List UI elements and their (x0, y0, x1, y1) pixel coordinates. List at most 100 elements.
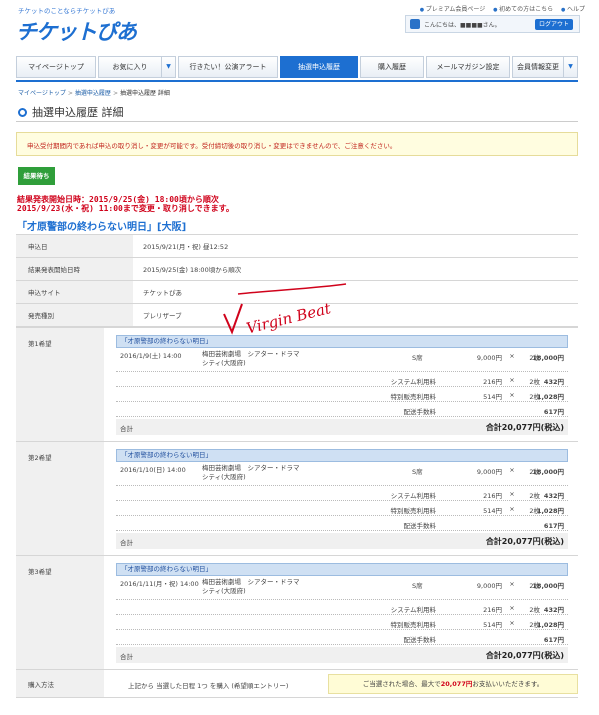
choice-event-bar: 「才原警部の終わらない明日」 (116, 449, 568, 462)
nav-divider (16, 80, 578, 82)
seat-type: S席 (412, 468, 423, 476)
tab-purchase-history[interactable]: 購入履歴 (360, 56, 424, 78)
choice-label: 第3希望 (16, 556, 104, 669)
ticket-amount: 18,000円 (532, 582, 564, 590)
greeting-text: こんにちは、■■■■さん。 (424, 22, 501, 29)
site-header: チケットのことならチケットぴあ チケットぴあ プレミアム会員ページ 初めての方は… (0, 0, 599, 52)
fee-amount: 617円 (543, 408, 564, 416)
tab-lottery-history[interactable]: 抽選申込履歴 (280, 56, 358, 78)
tab-label: 購入履歴 (378, 63, 406, 71)
info-value: プレリザーブ (133, 303, 578, 327)
fee-name: 特別販売利用料 (390, 507, 437, 515)
tab-label: マイページトップ (28, 63, 84, 71)
choice-detail: 「才原警部の終わらない明日」 2016/1/11(月・祝) 14:00 梅田芸術… (116, 556, 568, 669)
breadcrumb-separator: > (67, 90, 73, 97)
ticket-amount: 18,000円 (532, 468, 564, 476)
fee-row: 配送手数料 617円 (116, 516, 568, 531)
info-value: チケットぴあ (133, 280, 578, 304)
fee-row: 配送手数料 617円 (116, 630, 568, 645)
info-key: 発売種別 (16, 303, 133, 327)
venue-name: 梅田芸術劇場 シアター・ドラマシティ(大阪府) (202, 578, 300, 595)
info-key: 結果発表開始日時 (16, 257, 133, 281)
fee-row: 特別販売利用料 514円 × 2枚 1,028円 (116, 501, 568, 516)
info-value: 2015/9/25(金) 18:00頃から順次 (133, 257, 578, 281)
breadcrumb-mypage[interactable]: マイページトップ (18, 90, 66, 97)
page-title-text: 抽選申込履歴 詳細 (32, 106, 124, 119)
choice-label: 第2希望 (16, 442, 104, 555)
login-box: こんにちは、■■■■さん。 ログアウト (405, 15, 580, 33)
fee-unit-price: 216円 (483, 378, 502, 386)
seat-type: S席 (412, 354, 423, 362)
table-row: 申込日 2015/9/21(月・祝) 昼12:52 (16, 234, 578, 258)
tab-mypage-top[interactable]: マイページトップ (16, 56, 96, 78)
user-icon (410, 19, 420, 29)
fee-name: 配送手数料 (403, 408, 437, 416)
signature-stamp: Virgin Beat (223, 283, 347, 338)
venue-name: 梅田芸術劇場 シアター・ドラマシティ(大阪府) (202, 350, 300, 367)
table-row: 結果発表開始日時 2015/9/25(金) 18:00頃から順次 (16, 257, 578, 281)
site-logo[interactable]: チケットぴあ (16, 16, 137, 46)
total-amount: 合計20,077円(税込) (485, 537, 564, 546)
fee-row: 配送手数料 617円 (116, 402, 568, 417)
tab-mail-settings[interactable]: メールマガジン設定 (426, 56, 510, 78)
help-link[interactable]: ヘルプ (561, 6, 585, 13)
fee-unit-price: 514円 (483, 621, 502, 629)
tab-favorites[interactable]: お気に入り ▼ (98, 56, 176, 78)
ticket-row: 2016/1/10(日) 14:00 梅田芸術劇場 シアター・ドラマシティ(大阪… (116, 462, 568, 486)
total-label: 合計 (120, 653, 133, 661)
performance-date: 2016/1/11(月・祝) 14:00 (120, 580, 199, 588)
circle-bullet-icon (18, 108, 27, 117)
tab-alert[interactable]: 行きたい！公演アラート (178, 56, 278, 78)
fee-row: システム利用料 216円 × 2枚 432円 (116, 486, 568, 501)
chevron-down-icon[interactable]: ▼ (563, 57, 577, 77)
fee-name: システム利用料 (390, 492, 436, 500)
fee-row: システム利用料 216円 × 2枚 432円 (116, 372, 568, 387)
tab-member-info[interactable]: 会員情報変更 ▼ (512, 56, 578, 78)
logout-button[interactable]: ログアウト (535, 19, 573, 30)
choice-block: 第2希望 「才原警部の終わらない明日」 2016/1/10(日) 14:00 梅田… (16, 441, 578, 555)
total-amount: 合計20,077円(税込) (485, 423, 564, 432)
event-title: 「才原警部の終わらない明日」[大阪] (17, 222, 187, 233)
ticket-row: 2016/1/11(月・祝) 14:00 梅田芸術劇場 シアター・ドラマシティ(… (116, 576, 568, 600)
fee-amount: 617円 (543, 522, 564, 530)
ticket-amount: 18,000円 (532, 354, 564, 362)
first-time-link[interactable]: 初めての方はこちら (493, 6, 553, 13)
fee-amount: 1,028円 (536, 393, 564, 401)
purchase-method-label: 購入方法 (16, 670, 104, 697)
tab-label: 会員情報変更 (517, 63, 559, 71)
info-value: 2015/9/21(月・祝) 昼12:52 (133, 234, 578, 258)
tab-label: メールマガジン設定 (436, 63, 500, 71)
payment-note: ご当選された場合、最大で20,077円お支払いいただきます。 (328, 674, 578, 694)
breadcrumb: マイページトップ > 抽選申込履歴 > 抽選申込履歴 詳細 (18, 88, 170, 97)
breadcrumb-separator: > (112, 90, 118, 97)
status-badge: 結果待ち (18, 167, 55, 185)
breadcrumb-history[interactable]: 抽選申込履歴 (75, 90, 111, 97)
fee-unit-price: 216円 (483, 492, 502, 500)
svg-text:Virgin Beat: Virgin Beat (245, 299, 334, 338)
purchase-method-row: 購入方法 上記から 当選した日程 1つ を購入 (希望順エントリー) ご当選され… (16, 669, 578, 698)
change-deadline-line: 2015/9/23(水・祝) 11:00まで変更・取り消しできます。 (17, 204, 234, 213)
tab-label: 行きたい！公演アラート (189, 63, 267, 71)
fee-name: システム利用料 (390, 378, 436, 386)
fee-name: 配送手数料 (403, 636, 437, 644)
fee-unit-price: 514円 (483, 507, 502, 515)
choice-block: 第1希望 「才原警部の終わらない明日」 2016/1/9(土) 14:00 梅田芸… (16, 327, 578, 441)
unit-price: 9,000円 (476, 354, 502, 362)
performance-date: 2016/1/10(日) 14:00 (120, 466, 186, 474)
title-divider (16, 121, 578, 122)
total-row: 合計 合計20,077円(税込) (116, 647, 568, 663)
notice-box: 申込受付期間内であれば申込の取り消し・変更が可能です。受付締切後の取り消し・変更… (16, 132, 578, 156)
choice-event-bar: 「才原警部の終わらない明日」 (116, 563, 568, 576)
note-amount: 20,077円 (440, 680, 473, 688)
tab-label: 抽選申込履歴 (298, 63, 340, 71)
premium-link[interactable]: プレミアム会員ページ (420, 6, 485, 13)
total-row: 合計 合計20,077円(税込) (116, 419, 568, 435)
chevron-down-icon[interactable]: ▼ (161, 57, 175, 77)
fee-amount: 432円 (543, 492, 564, 500)
fee-unit-price: 514円 (483, 393, 502, 401)
seat-type: S席 (412, 582, 423, 590)
choices-list: 第1希望 「才原警部の終わらない明日」 2016/1/9(土) 14:00 梅田芸… (16, 327, 578, 698)
performance-date: 2016/1/9(土) 14:00 (120, 352, 182, 360)
purchase-method-desc: 上記から 当選した日程 1つ を購入 (希望順エントリー) (128, 682, 289, 690)
site-tagline: チケットのことならチケットぴあ (18, 7, 116, 15)
